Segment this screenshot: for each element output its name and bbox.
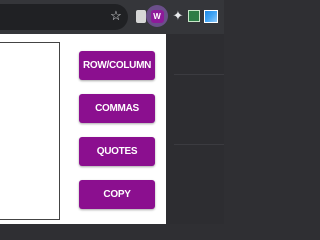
divider bbox=[174, 74, 224, 75]
copy-button[interactable]: COPY bbox=[79, 180, 155, 209]
star-icon[interactable]: ☆ bbox=[108, 8, 124, 24]
wand-icon[interactable]: ✦ bbox=[170, 8, 186, 24]
browser-toolbar: ☆ W ✦ bbox=[0, 0, 224, 34]
extension-popup: ROW/COLUMN COMMAS QUOTES COPY bbox=[66, 34, 166, 224]
popup-left-panel bbox=[0, 34, 66, 224]
commas-button[interactable]: COMMAS bbox=[79, 94, 155, 123]
quotes-button[interactable]: QUOTES bbox=[79, 137, 155, 166]
checkbox-extension-icon[interactable] bbox=[186, 8, 202, 24]
input-textarea[interactable] bbox=[0, 42, 60, 220]
image-extension-icon[interactable] bbox=[203, 8, 219, 24]
csv-extension-icon[interactable]: W bbox=[146, 5, 168, 27]
row-column-button[interactable]: ROW/COLUMN bbox=[79, 51, 155, 80]
page-content-dark bbox=[166, 34, 224, 224]
divider bbox=[174, 144, 224, 145]
